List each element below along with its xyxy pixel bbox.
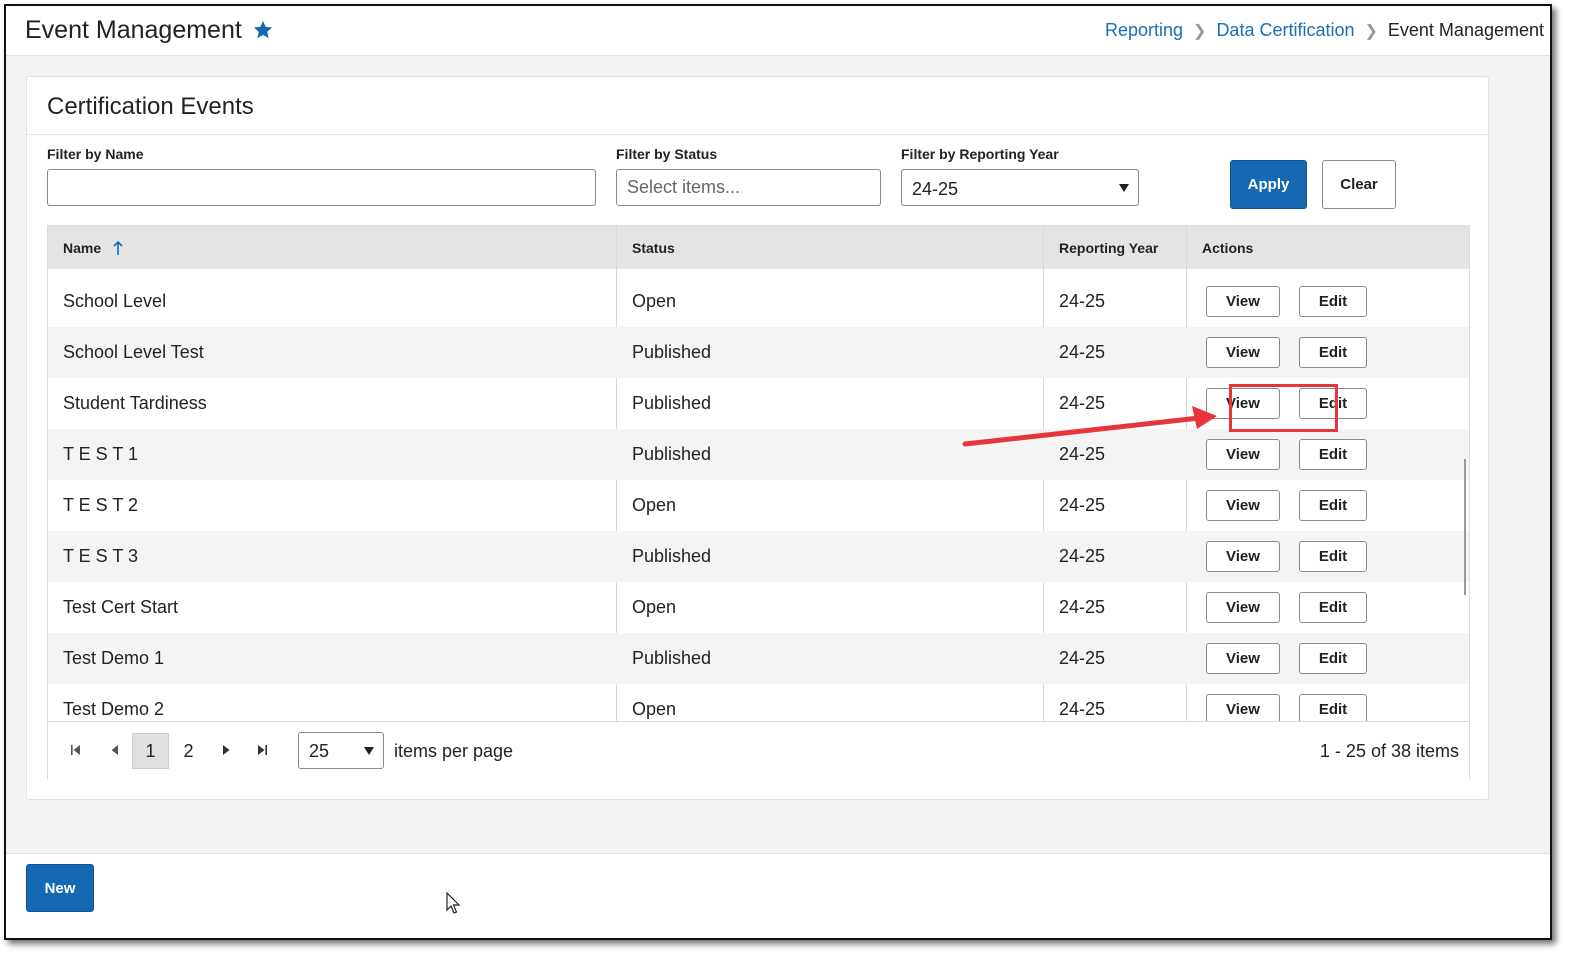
cell-name: T E S T 1 — [63, 444, 139, 464]
cell-reporting-year: 24-25 — [1059, 648, 1106, 668]
filter-status-label: Filter by Status — [616, 146, 718, 162]
grid-scrollbar[interactable] — [1464, 459, 1466, 595]
cell-name: School Level — [63, 291, 167, 311]
cell-name: Student Tardiness — [63, 393, 207, 413]
filter-year-label: Filter by Reporting Year — [901, 146, 1059, 162]
chevron-right-icon: ❯ — [1193, 22, 1207, 40]
highlight-box — [1229, 384, 1338, 432]
breadcrumb: Reporting ❯ Data Certification ❯ Event M… — [1105, 20, 1544, 41]
breadcrumb-data-certification[interactable]: Data Certification — [1216, 20, 1354, 41]
footer-bar: New — [6, 853, 1550, 938]
filter-year-value: 24-25 — [912, 179, 959, 199]
cell-status: Published — [632, 342, 712, 362]
column-header-actions: Actions — [1202, 239, 1254, 256]
view-button[interactable]: View — [1206, 337, 1280, 368]
mouse-cursor-icon — [446, 892, 461, 914]
cell-reporting-year: 24-25 — [1059, 495, 1106, 515]
first-page-icon[interactable] — [69, 743, 83, 757]
view-button[interactable]: View — [1206, 592, 1280, 623]
breadcrumb-current: Event Management — [1387, 20, 1544, 40]
page-size-select[interactable]: 25 — [298, 732, 384, 769]
grid-header: Name Status Reporting Year Actions — [48, 226, 1469, 269]
cell-reporting-year: 24-25 — [1059, 699, 1106, 719]
edit-button[interactable]: Edit — [1299, 643, 1367, 674]
table-row: T E S T 2 Open 24-25 View Edit — [48, 480, 1469, 531]
certification-events-card: Certification Events Filter by Name Filt… — [26, 76, 1489, 800]
filter-name-input[interactable] — [47, 169, 596, 206]
apply-button[interactable]: Apply — [1230, 160, 1307, 209]
top-bar: Event Management Reporting ❯ Data Certif… — [6, 6, 1550, 56]
caret-down-icon — [1119, 184, 1129, 192]
card-title: Certification Events — [47, 93, 254, 120]
table-row: T E S T 3 Published 24-25 View Edit — [48, 531, 1469, 582]
view-button[interactable]: View — [1206, 694, 1280, 721]
page-2-button[interactable]: 2 — [170, 733, 207, 769]
cell-status: Open — [632, 495, 677, 515]
star-icon[interactable] — [252, 19, 274, 41]
cell-reporting-year: 24-25 — [1059, 291, 1106, 311]
arrow-up-icon — [113, 240, 123, 255]
next-page-icon[interactable] — [219, 743, 233, 757]
column-header-reporting-year[interactable]: Reporting Year — [1044, 226, 1186, 269]
chevron-right-icon: ❯ — [1364, 22, 1378, 40]
caret-down-icon — [364, 747, 374, 755]
annotation-arrow-icon — [962, 406, 1217, 447]
divider — [27, 134, 1488, 135]
items-per-page-label: items per page — [394, 741, 514, 761]
edit-button[interactable]: Edit — [1299, 541, 1367, 572]
edit-button[interactable]: Edit — [1299, 490, 1367, 521]
cell-status: Open — [632, 699, 677, 719]
cell-name: School Level Test — [63, 342, 204, 362]
page-size-value: 25 — [309, 741, 330, 761]
cell-reporting-year: 24-25 — [1059, 342, 1106, 362]
cell-name: Test Demo 1 — [63, 648, 165, 668]
cell-reporting-year: 24-25 — [1059, 546, 1106, 566]
column-name-label: Name — [63, 239, 102, 256]
breadcrumb-reporting[interactable]: Reporting — [1105, 20, 1183, 41]
view-button[interactable]: View — [1206, 541, 1280, 572]
events-grid: Name Status Reporting Year Actions Schoo… — [47, 225, 1470, 779]
column-header-name[interactable]: Name — [48, 226, 616, 269]
cell-name: T E S T 3 — [63, 546, 139, 566]
edit-button[interactable]: Edit — [1299, 439, 1367, 470]
page-title: Event Management — [25, 16, 242, 44]
previous-page-icon[interactable] — [108, 743, 122, 757]
cell-status: Published — [632, 648, 712, 668]
view-button[interactable]: View — [1206, 490, 1280, 521]
cell-name: Test Demo 2 — [63, 699, 165, 719]
last-page-icon[interactable] — [255, 743, 269, 757]
filter-year-select[interactable]: 24-25 — [901, 169, 1139, 206]
table-row: T E S T 1 Published 24-25 View Edit — [48, 429, 1469, 480]
table-row: School Level Open 24-25 View Edit — [48, 276, 1469, 327]
clear-button[interactable]: Clear — [1322, 160, 1396, 209]
view-button[interactable]: View — [1206, 286, 1280, 317]
app-window: Event Management Reporting ❯ Data Certif… — [4, 4, 1552, 940]
table-row: Test Cert Start Open 24-25 View Edit — [48, 582, 1469, 633]
grid-body: School Level Open 24-25 View Edit School Leve… — [48, 269, 1469, 721]
edit-button[interactable]: Edit — [1299, 337, 1367, 368]
cell-status: Published — [632, 546, 712, 566]
pager-summary: 1 - 25 of 38 items — [1319, 741, 1459, 761]
cell-status: Open — [632, 597, 677, 617]
edit-button[interactable]: Edit — [1299, 592, 1367, 623]
page-1-button[interactable]: 1 — [132, 733, 169, 769]
edit-button[interactable]: Edit — [1299, 286, 1367, 317]
cell-name: Test Cert Start — [63, 597, 179, 617]
column-header-status[interactable]: Status — [617, 226, 1043, 269]
filter-name-label: Filter by Name — [47, 146, 144, 162]
cell-name: T E S T 2 — [63, 495, 139, 515]
pagination-bar: 1 2 25 items per page 1 - 25 of 38 items — [48, 721, 1469, 779]
table-row: School Level Test Published 24-25 View Edit — [48, 327, 1469, 378]
edit-button[interactable]: Edit — [1299, 694, 1367, 721]
cell-reporting-year: 24-25 — [1059, 597, 1106, 617]
table-row: Test Demo 2 Open 24-25 View Edit — [48, 684, 1469, 721]
cell-status: Open — [632, 291, 677, 311]
view-button[interactable]: View — [1206, 643, 1280, 674]
new-button[interactable]: New — [26, 864, 94, 912]
table-row: Test Demo 1 Published 24-25 View Edit — [48, 633, 1469, 684]
filter-status-multiselect[interactable] — [616, 169, 881, 206]
